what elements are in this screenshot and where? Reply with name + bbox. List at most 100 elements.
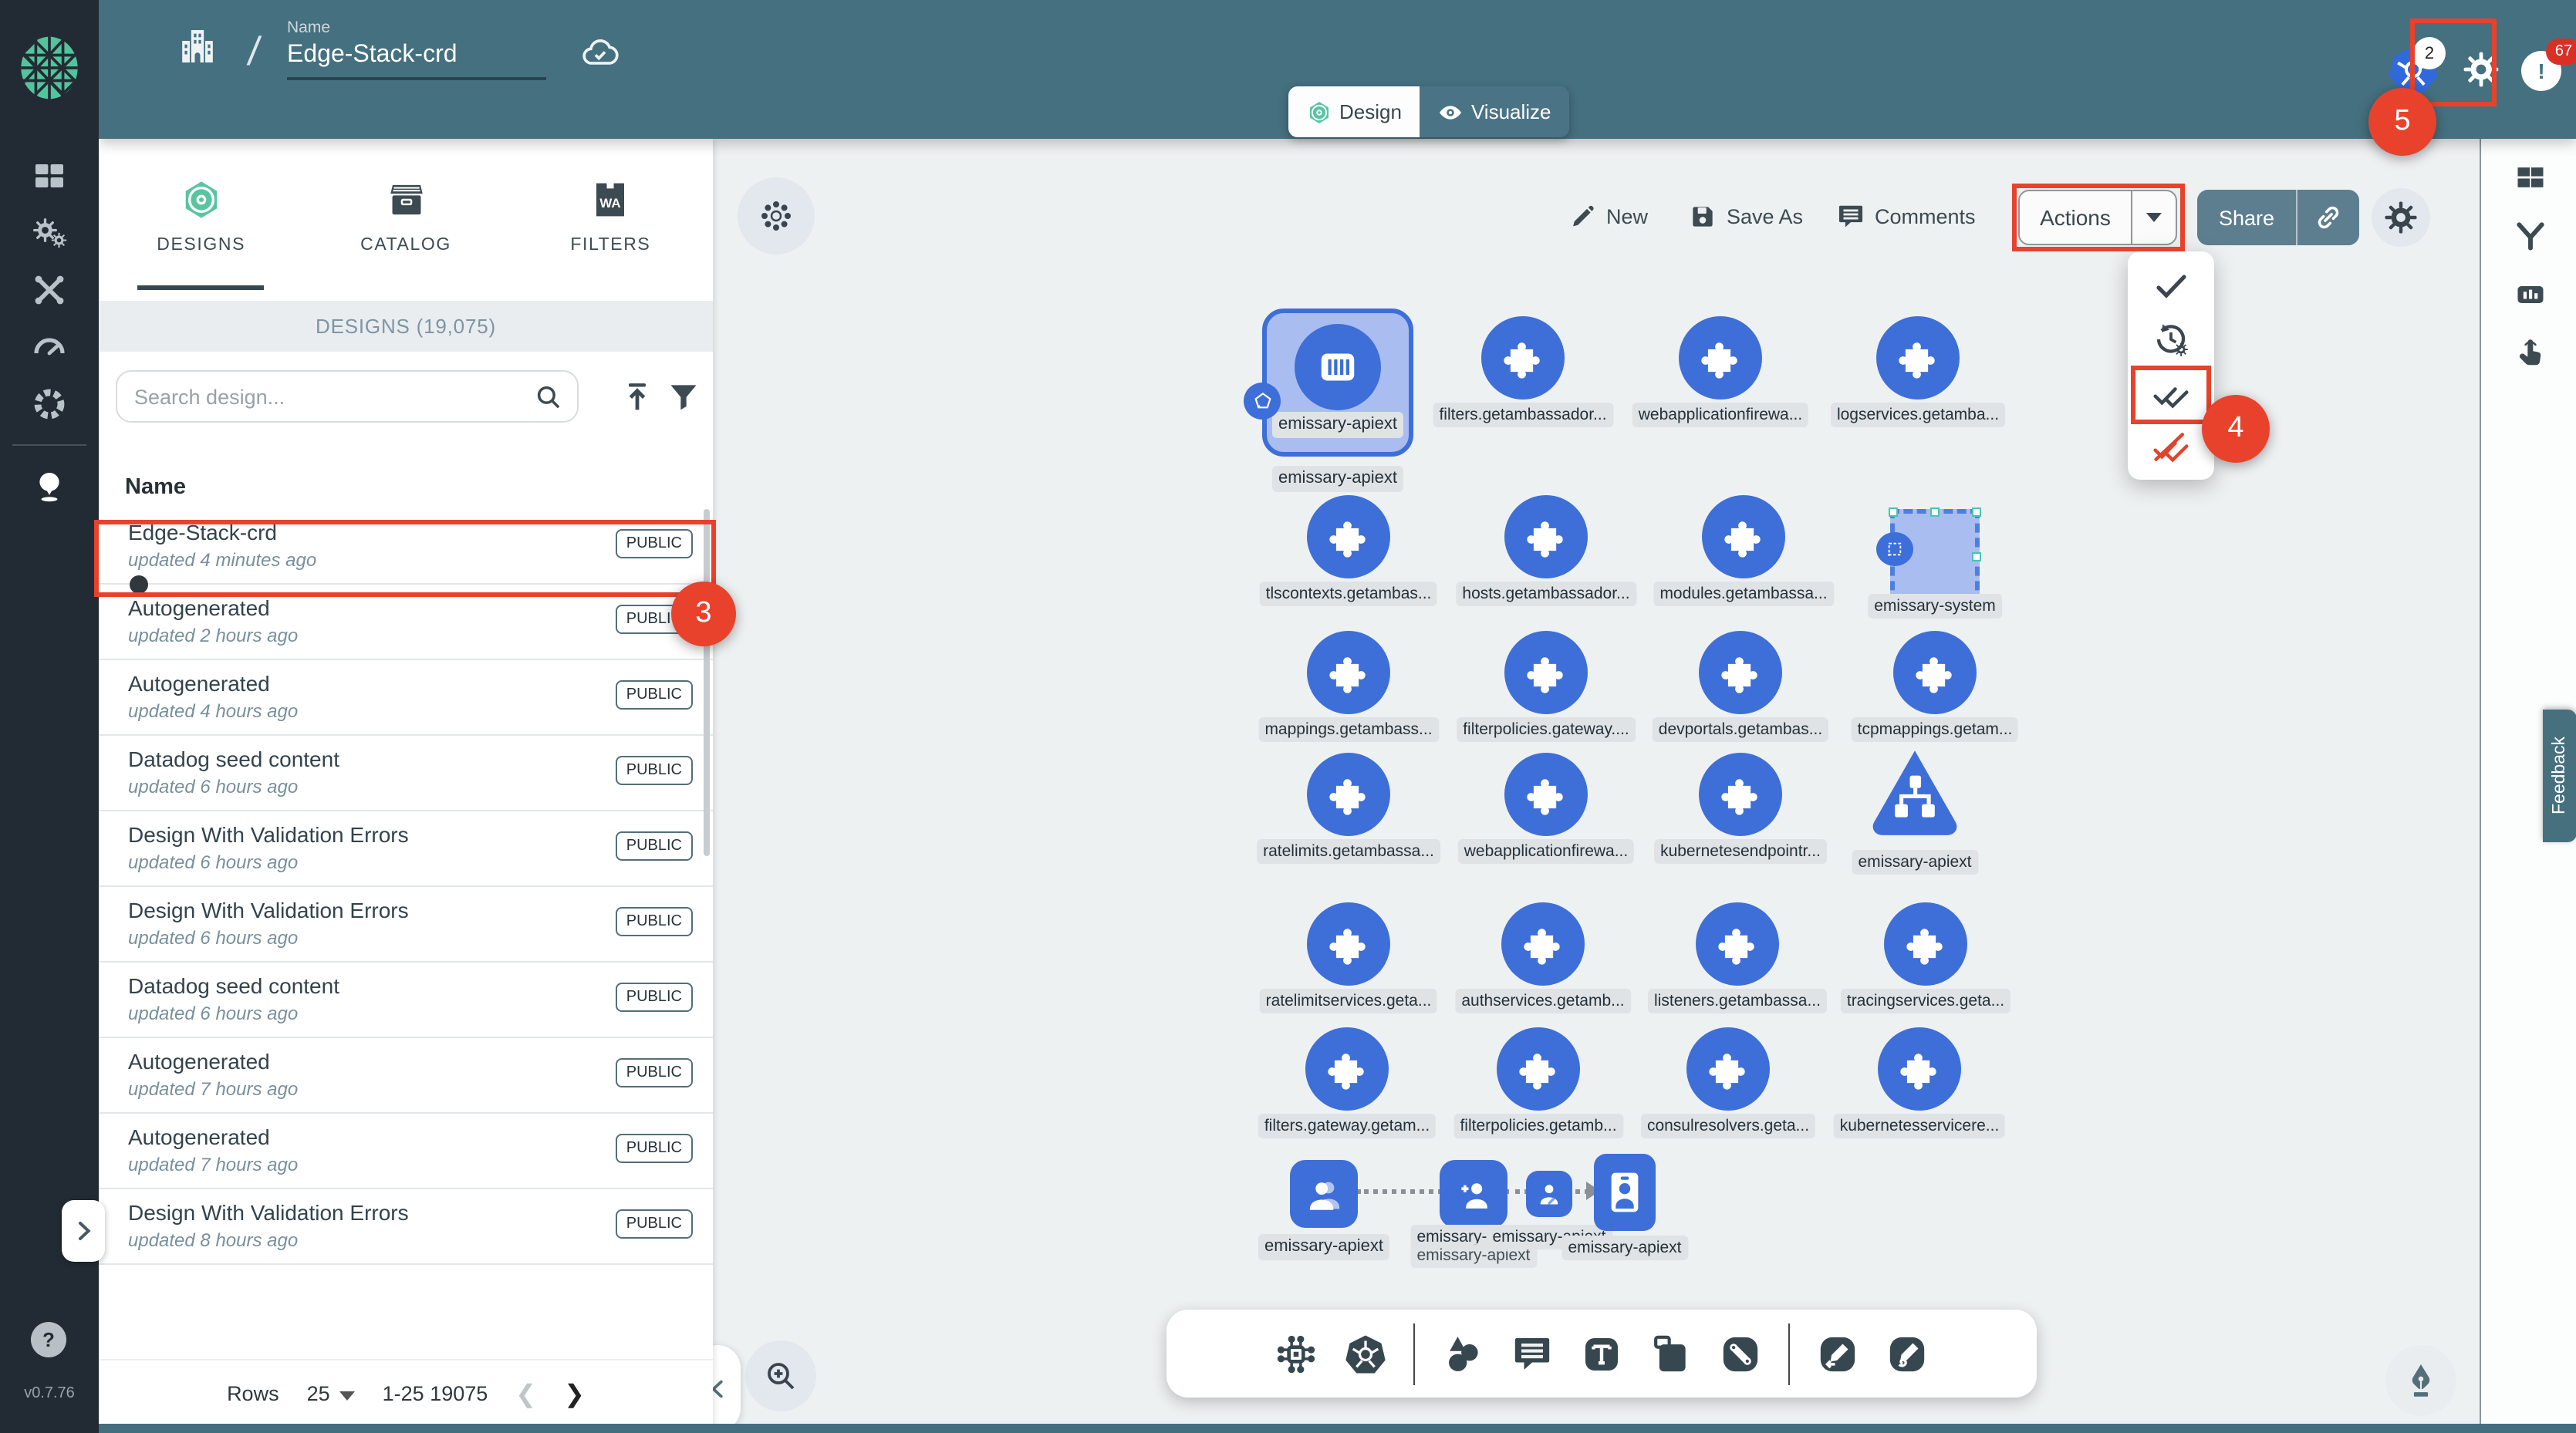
- panel-tab-designs[interactable]: DESIGNS: [99, 139, 303, 293]
- selection-handle[interactable]: [1889, 507, 1898, 517]
- node-label: devportals.getambas...: [1653, 717, 1828, 742]
- dock-tool-comment[interactable]: [1511, 1332, 1554, 1375]
- design-name: Design With Validation Errors: [128, 898, 409, 922]
- tab-design[interactable]: Design: [1288, 86, 1420, 137]
- sidebar-item-performance[interactable]: [0, 318, 99, 375]
- design-list-row[interactable]: Autogenerated updated 7 hours ago PUBLIC: [99, 1114, 713, 1189]
- selection-handle[interactable]: [1930, 507, 1940, 517]
- node-label: tcpmappings.getam...: [1852, 717, 2019, 742]
- crd-circle: [1481, 316, 1565, 400]
- selection-handle[interactable]: [1972, 552, 1981, 561]
- puzzle-icon: [1720, 774, 1761, 815]
- design-list-row[interactable]: Design With Validation Errors updated 6 …: [99, 887, 713, 963]
- sidebar-item-location[interactable]: [0, 458, 99, 515]
- dock-tool-text[interactable]: [1580, 1332, 1623, 1375]
- actions-menu-double-check-slash[interactable]: [2128, 420, 2214, 474]
- zoom-in-button[interactable]: [745, 1340, 816, 1411]
- pagination-range: 1-25 19075: [383, 1382, 488, 1405]
- actions-dropdown-menu: [2128, 251, 2214, 480]
- node-label: emissary-apiext: [1258, 1234, 1389, 1260]
- link-icon: [1719, 1332, 1762, 1375]
- layout-options-button[interactable]: [738, 177, 815, 255]
- rows-label: Rows: [227, 1382, 279, 1405]
- sidebar-item-configuration[interactable]: [0, 261, 99, 318]
- divider: [1788, 1323, 1790, 1384]
- search-icon[interactable]: [532, 381, 565, 413]
- copy-link-button[interactable]: [2297, 202, 2359, 233]
- crd-circle: [1699, 631, 1782, 714]
- actions-button[interactable]: Actions: [2020, 205, 2131, 230]
- filter-icon[interactable]: [667, 379, 701, 413]
- sidebar-item-lifecycle[interactable]: [0, 204, 99, 261]
- design-name-input[interactable]: [287, 37, 546, 80]
- divider: [12, 444, 86, 446]
- tab-visualize[interactable]: Visualize: [1420, 86, 1570, 137]
- design-name: Datadog seed content: [128, 973, 339, 998]
- rail-item-panels[interactable]: [2481, 148, 2576, 207]
- help-button[interactable]: ?: [31, 1322, 66, 1357]
- list-scrollbar[interactable]: [704, 509, 710, 856]
- pentagon-badge-icon: [1244, 383, 1281, 420]
- designs-panel: DESIGNS CATALOG FILTERS DESIGNS (19,075)…: [99, 139, 713, 1433]
- crd-circle: [1497, 1027, 1580, 1111]
- next-page-button[interactable]: ❯: [564, 1378, 585, 1409]
- node-label: emissary-apiext: [1852, 850, 1977, 875]
- actions-menu-check[interactable]: [2128, 258, 2214, 312]
- panel-tab-catalog[interactable]: CATALOG: [303, 139, 508, 293]
- feedback-tab[interactable]: Feedback: [2543, 710, 2576, 842]
- share-button[interactable]: Share: [2197, 206, 2296, 229]
- design-list-row[interactable]: Design With Validation Errors updated 8 …: [99, 1189, 713, 1265]
- crd-circle: [1504, 753, 1588, 836]
- designs-count-header: DESIGNS (19,075): [99, 301, 713, 352]
- search-row: [99, 370, 713, 429]
- actions-menu-double-check[interactable]: [2128, 366, 2214, 420]
- crd-circle: [1501, 902, 1585, 986]
- new-button[interactable]: New: [1568, 202, 1648, 231]
- upload-icon[interactable]: [620, 379, 654, 413]
- actions-dropdown-button[interactable]: [2132, 213, 2176, 222]
- organization-icon[interactable]: [176, 25, 219, 68]
- dock-tool-shapes[interactable]: [1441, 1332, 1484, 1375]
- dock-tool-kubernetes[interactable]: [1344, 1332, 1387, 1375]
- dock-tool-edge-pen[interactable]: [1816, 1332, 1859, 1375]
- rail-item-merge[interactable]: [2481, 207, 2576, 265]
- dock-tool-link[interactable]: [1719, 1332, 1762, 1375]
- comment-icon: [1836, 202, 1865, 231]
- save-as-button[interactable]: Save As: [1688, 202, 1803, 231]
- panel-tab-label: FILTERS: [570, 235, 650, 254]
- pagination-bar: Rows 25 1-25 19075 ❮ ❯: [99, 1359, 713, 1427]
- dock-tool-circuit[interactable]: [1274, 1332, 1318, 1375]
- design-list-row[interactable]: Autogenerated updated 7 hours ago PUBLIC: [99, 1038, 713, 1114]
- puzzle-icon: [1897, 337, 1939, 379]
- history-gear-icon: [2152, 320, 2189, 357]
- gear-icon: [2384, 201, 2418, 234]
- settings-gear-icon[interactable]: [2463, 51, 2500, 88]
- breadcrumb-separator: /: [245, 28, 263, 76]
- sidebar-item-dashboard[interactable]: [0, 147, 99, 204]
- sidebar-item-extensions[interactable]: [0, 375, 99, 432]
- sidebar-expand-button[interactable]: [62, 1200, 105, 1262]
- rail-item-interact[interactable]: [2481, 324, 2576, 383]
- prev-page-button[interactable]: ❮: [515, 1378, 536, 1409]
- pen-mode-indicator[interactable]: [2385, 1345, 2456, 1416]
- selection-handle[interactable]: [1972, 507, 1981, 517]
- rail-item-analytics[interactable]: [2481, 265, 2576, 324]
- double-check-slash-icon: [2152, 428, 2189, 465]
- design-list-row[interactable]: Autogenerated updated 4 hours ago PUBLIC: [99, 660, 713, 736]
- comments-button[interactable]: Comments: [1836, 202, 1976, 231]
- design-list-row[interactable]: Edge-Stack-crd updated 4 minutes ago PUB…: [99, 509, 713, 585]
- rows-per-page-select[interactable]: 25: [307, 1382, 355, 1405]
- panel-tab-filters[interactable]: FILTERS: [508, 139, 713, 293]
- actions-menu-history-gear[interactable]: [2128, 312, 2214, 366]
- dock-tool-note[interactable]: [1649, 1332, 1693, 1375]
- canvas-settings-button[interactable]: [2372, 188, 2430, 247]
- design-updated: updated 7 hours ago: [128, 1154, 298, 1175]
- search-design-input[interactable]: [117, 372, 577, 421]
- dock-tool-freehand-pen[interactable]: [1886, 1332, 1929, 1375]
- design-list-row[interactable]: Datadog seed content updated 6 hours ago…: [99, 963, 713, 1038]
- design-list-row[interactable]: Design With Validation Errors updated 6 …: [99, 811, 713, 887]
- design-list-row[interactable]: Datadog seed content updated 6 hours ago…: [99, 736, 713, 811]
- meshery-logo-icon[interactable]: [15, 32, 83, 103]
- design-list-row[interactable]: Autogenerated updated 2 hours ago PUBLIC: [99, 585, 713, 660]
- person-card-icon: [1594, 1154, 1656, 1231]
